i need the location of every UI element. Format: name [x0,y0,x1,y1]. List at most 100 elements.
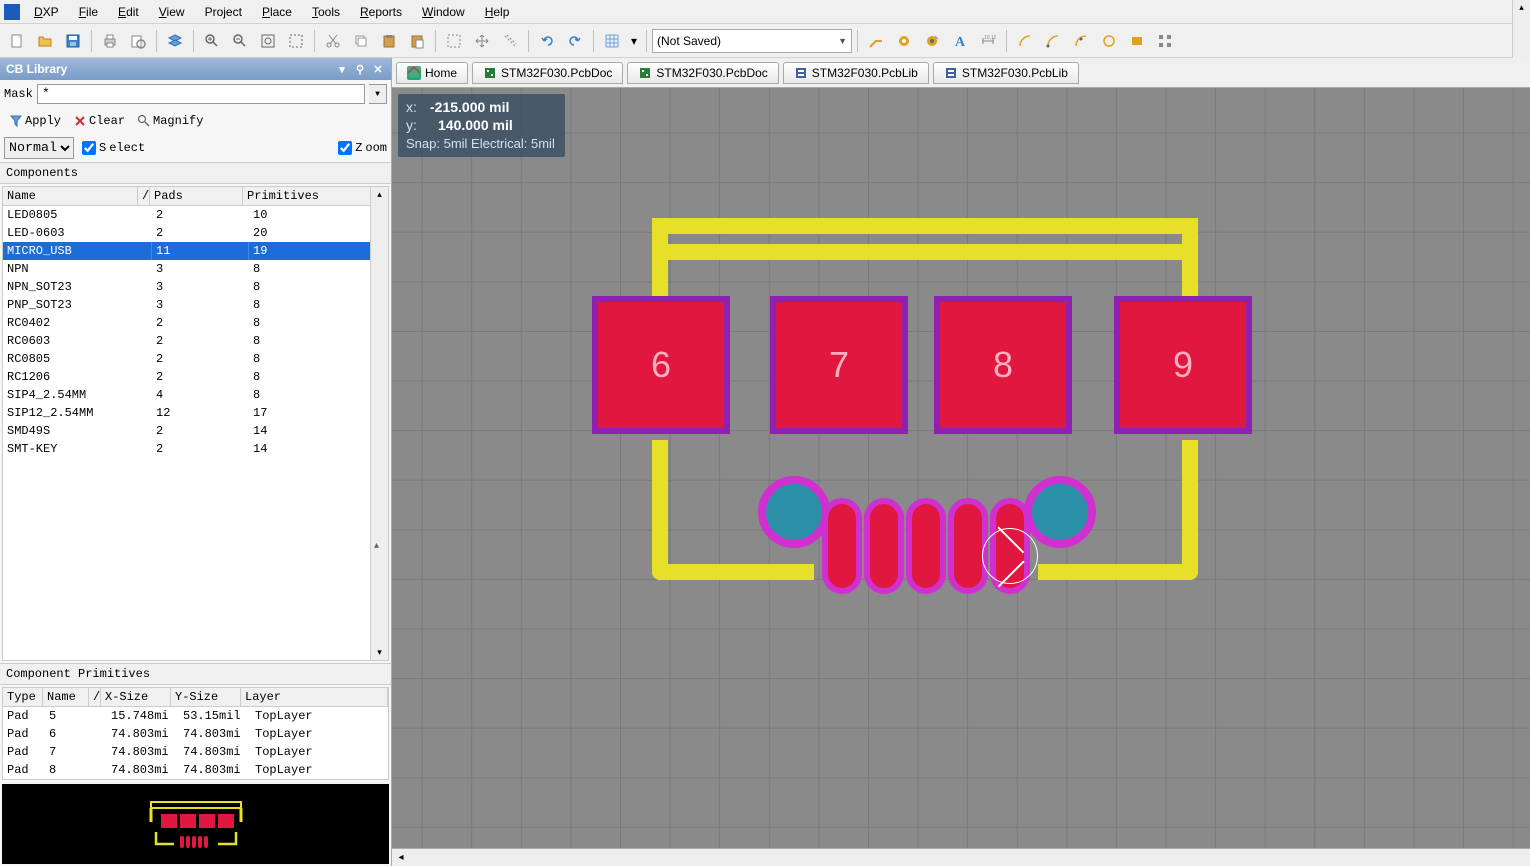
select-button[interactable] [441,28,467,54]
component-row[interactable]: SIP12_2.54MM1217 [3,404,388,422]
pcol-xsize[interactable]: X-Size [101,688,171,706]
circle-button[interactable] [1096,28,1122,54]
save-state-dropdown[interactable]: (Not Saved) ▼ [652,29,852,53]
primitive-row[interactable]: Pad674.803mi74.803miTopLayer [3,725,388,743]
pad-hole-right[interactable] [1024,476,1096,548]
arc-edge-button[interactable] [1040,28,1066,54]
zoom-area-button[interactable] [283,28,309,54]
component-row[interactable]: PNP_SOT2338 [3,296,388,314]
preview-button[interactable] [125,28,151,54]
mask-dropdown[interactable]: ▼ [369,84,387,104]
pad-pill-1[interactable] [822,498,862,594]
pcb-canvas[interactable]: x:-215.000 mil y:140.000 mil Snap: 5mil … [392,88,1530,848]
component-row[interactable]: RC120628 [3,368,388,386]
copy-button[interactable] [348,28,374,54]
move-button[interactable] [469,28,495,54]
track-button[interactable] [863,28,889,54]
doc-tab[interactable]: STM32F030.PcbLib [933,62,1079,84]
pad-button[interactable] [891,28,917,54]
magnify-button[interactable]: Magnify [132,111,208,131]
cut-button[interactable] [320,28,346,54]
pcol-sort[interactable]: / [89,688,101,706]
component-row[interactable]: RC080528 [3,350,388,368]
rect-button[interactable] [1124,28,1150,54]
col-sort[interactable]: / [138,187,150,205]
zoom-out-button[interactable] [227,28,253,54]
component-row[interactable]: SIP4_2.54MM48 [3,386,388,404]
components-scrollbar[interactable]: ▴ ▾ [370,187,388,660]
menu-view[interactable]: View [149,3,195,21]
component-row[interactable]: NPN_SOT2338 [3,278,388,296]
component-row[interactable]: RC040228 [3,314,388,332]
array-button[interactable] [1152,28,1178,54]
menu-tools[interactable]: Tools [302,3,350,21]
col-primitives[interactable]: Primitives [243,187,388,205]
panel-close-icon[interactable]: ✕ [371,63,385,76]
pad-7[interactable]: 7 [770,296,908,434]
pad-pill-2[interactable] [864,498,904,594]
select-checkbox[interactable]: Select [82,141,145,155]
redo-button[interactable] [562,28,588,54]
menu-project[interactable]: Project [195,3,252,21]
doc-tab[interactable]: STM32F030.PcbDoc [627,62,778,84]
mask-input[interactable] [37,84,365,104]
scroll-up-icon[interactable]: ▴ [375,187,384,202]
menu-place[interactable]: Place [252,3,302,21]
menu-edit[interactable]: Edit [108,3,149,21]
menu-dxp[interactable]: DXP [24,3,69,21]
component-row[interactable]: MICRO_USB1119 [3,242,388,260]
scroll-left-icon[interactable]: ◂ [392,852,410,863]
paste-special-button[interactable] [404,28,430,54]
doc-tab[interactable]: STM32F030.PcbLib [783,62,929,84]
zoom-checkbox[interactable]: Zoom [338,141,387,155]
pcol-type[interactable]: Type [3,688,43,706]
component-row[interactable]: LED0805210 [3,206,388,224]
pad-8[interactable]: 8 [934,296,1072,434]
text-button[interactable]: A [947,28,973,54]
new-button[interactable] [4,28,30,54]
component-row[interactable]: LED-0603220 [3,224,388,242]
dimension-button[interactable]: 10,10 [975,28,1001,54]
panel-collapse-icon[interactable]: ▴ [374,540,379,551]
scroll-up-icon[interactable]: ▴ [1517,0,1526,15]
horizontal-scrollbar[interactable]: ◂ [392,848,1530,866]
primitive-row[interactable]: Pad515.748mi53.15milTopLayer [3,707,388,725]
menu-file[interactable]: File [69,3,108,21]
component-row[interactable]: SMD49S214 [3,422,388,440]
apply-button[interactable]: Apply [4,111,66,131]
doc-tab[interactable]: Home [396,62,468,84]
zoom-in-button[interactable] [199,28,225,54]
save-button[interactable] [60,28,86,54]
via-button[interactable] [919,28,945,54]
grid-button[interactable] [599,28,625,54]
scroll-down-icon[interactable]: ▾ [375,645,384,660]
pad-pill-3[interactable] [906,498,946,594]
component-row[interactable]: NPN38 [3,260,388,278]
panel-dropdown-icon[interactable]: ▾ [335,63,349,76]
zoom-fit-button[interactable] [255,28,281,54]
deselect-button[interactable] [497,28,523,54]
doc-tab[interactable]: STM32F030.PcbDoc [472,62,623,84]
pcol-name[interactable]: Name [43,688,89,706]
arc-center-button[interactable] [1012,28,1038,54]
primitive-row[interactable]: Pad874.803mi74.803miTopLayer [3,761,388,779]
clear-button[interactable]: Clear [68,111,130,131]
arc-any-button[interactable] [1068,28,1094,54]
component-row[interactable]: RC060328 [3,332,388,350]
pad-pill-5[interactable] [990,498,1030,594]
pad-9[interactable]: 9 [1114,296,1252,434]
pcol-layer[interactable]: Layer [241,688,388,706]
menu-reports[interactable]: Reports [350,3,412,21]
grid-dropdown[interactable]: ▾ [627,28,641,54]
menu-window[interactable]: Window [412,3,475,21]
print-button[interactable] [97,28,123,54]
pad-hole-left[interactable] [758,476,830,548]
layers-button[interactable] [162,28,188,54]
pad-pill-4[interactable] [948,498,988,594]
pad-6[interactable]: 6 [592,296,730,434]
component-row[interactable]: SMT-KEY214 [3,440,388,458]
pcol-ysize[interactable]: Y-Size [171,688,241,706]
open-button[interactable] [32,28,58,54]
panel-pin-icon[interactable]: ⚲ [353,63,367,76]
undo-button[interactable] [534,28,560,54]
